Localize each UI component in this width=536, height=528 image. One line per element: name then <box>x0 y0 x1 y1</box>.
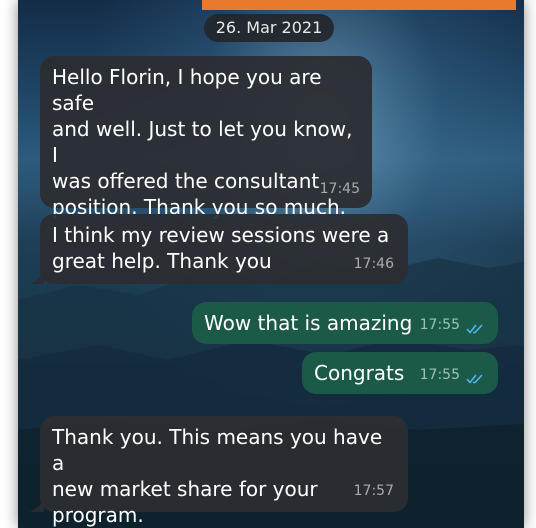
incoming-message[interactable]: Thank you. This means you have a new mar… <box>40 416 408 527</box>
outgoing-message[interactable]: Wow that is amazing 17:55 <box>192 302 498 344</box>
message-time: 17:55 <box>419 317 460 333</box>
message-time: 17:46 <box>353 256 394 272</box>
message-text: I think my review sessions were a great … <box>52 223 390 273</box>
chat-view[interactable]: 26. Mar 2021 Hello Florin, I hope you ar… <box>18 0 524 528</box>
date-separator: 26. Mar 2021 <box>204 14 334 42</box>
message-time: 17:55 <box>419 367 460 383</box>
outgoing-message[interactable]: Congrats 17:55 <box>302 352 498 394</box>
incoming-message[interactable]: I think my review sessions were a great … <box>40 214 408 284</box>
read-double-check-icon <box>466 374 483 384</box>
accent-strip <box>202 0 516 10</box>
message-text: Hello Florin, I hope you are safe and we… <box>52 65 353 219</box>
message-time: 17:45 <box>319 181 360 197</box>
bubble-tail <box>30 500 44 512</box>
bubble-tail <box>30 272 44 284</box>
message-time: 17:57 <box>353 483 394 499</box>
incoming-message[interactable]: Hello Florin, I hope you are safe and we… <box>40 56 372 219</box>
message-text: Congrats <box>314 361 405 385</box>
message-text: Thank you. This means you have a new mar… <box>52 425 383 527</box>
read-double-check-icon <box>466 324 483 334</box>
